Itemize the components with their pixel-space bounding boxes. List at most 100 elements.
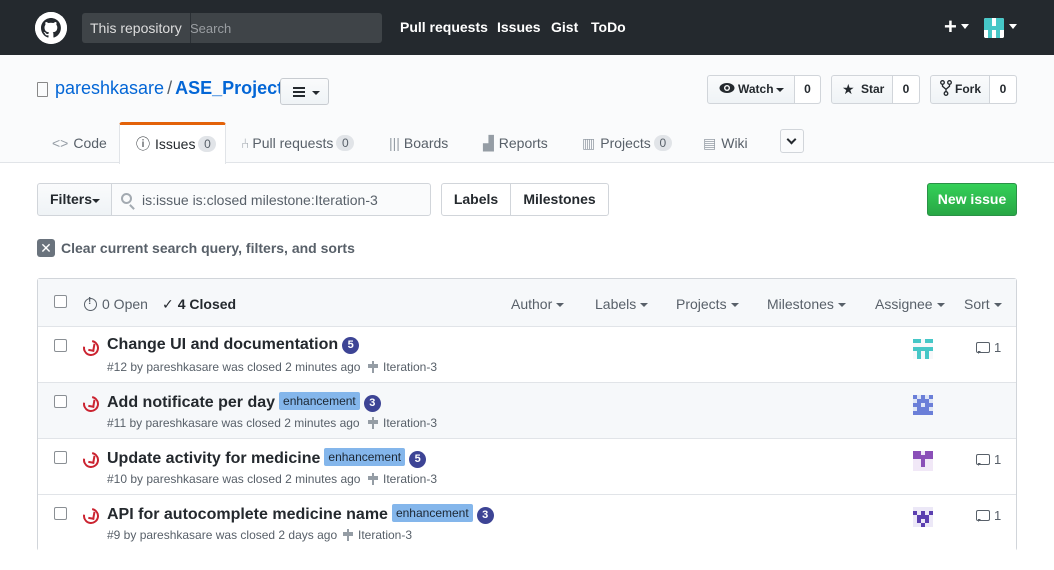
tab-boards[interactable]: ||| Boards <box>389 122 448 163</box>
labels-label: Labels <box>595 296 637 312</box>
chevron-down-icon <box>640 303 649 307</box>
star-count[interactable]: 0 <box>892 76 919 103</box>
enhancement-label[interactable]: enhancement <box>324 448 406 466</box>
tab-wiki[interactable]: ▤ Wiki <box>703 122 748 163</box>
watch-count[interactable]: 0 <box>794 76 820 103</box>
nav-pull-requests[interactable]: Pull requests <box>400 19 488 35</box>
user-avatar[interactable] <box>984 18 1004 38</box>
assignee-label: Assignee <box>875 296 933 312</box>
enhancement-label[interactable]: enhancement <box>279 392 360 410</box>
tab-reports[interactable]: ▟ Reports <box>483 122 548 163</box>
issue-row[interactable]: Add notificate per day enhancement 3 #11 b… <box>38 383 1016 439</box>
new-issue-button[interactable]: New issue <box>927 183 1017 216</box>
star-icon: ★ <box>842 81 855 97</box>
tab-pull-requests-label: Pull requests <box>252 135 334 151</box>
nav-issues[interactable]: Issues <box>497 19 541 35</box>
more-tabs-button[interactable] <box>780 129 804 153</box>
issue-milestone[interactable]: Iteration-3 <box>343 528 412 542</box>
search-input[interactable] <box>182 13 378 43</box>
tab-reports-label: Reports <box>498 135 548 151</box>
issue-closed-icon <box>79 448 103 472</box>
nav-todo[interactable]: ToDo <box>591 19 626 35</box>
open-issues-filter[interactable]: 0 Open <box>84 296 148 312</box>
create-new-icon[interactable]: + <box>944 14 957 40</box>
issue-closed-icon <box>79 392 103 416</box>
milestones-button[interactable]: Milestones <box>510 183 609 216</box>
boards-icon: ||| <box>389 135 400 151</box>
milestone-label: Iteration-3 <box>383 416 438 430</box>
assignee-avatar[interactable] <box>913 339 933 359</box>
comment-count: 1 <box>994 508 1002 523</box>
assignee-avatar[interactable] <box>913 451 933 471</box>
issue-row[interactable]: Update activity for medicine enhancement 5… <box>38 439 1016 495</box>
issue-milestone[interactable]: Iteration-3 <box>368 416 437 430</box>
issue-title-link[interactable]: Change UI and documentation <box>107 336 338 353</box>
tab-pull-requests[interactable]: ⑃ Pull requests 0 <box>241 122 355 163</box>
filter-query-input[interactable] <box>142 184 427 215</box>
issue-title-link[interactable]: API for autocomplete medicine name <box>107 506 388 523</box>
tab-issues[interactable]: ⓘ Issues 0 <box>119 122 226 164</box>
milestones-dropdown[interactable]: Milestones <box>767 296 846 312</box>
filters-label: Filters <box>50 191 93 207</box>
github-logo-icon[interactable] <box>35 12 67 44</box>
issue-number-badge: 5 <box>409 451 427 468</box>
issue-row[interactable]: API for autocomplete medicine name enhanc… <box>38 495 1016 551</box>
issue-title-link[interactable]: Update activity for medicine <box>107 450 320 467</box>
milestone-icon <box>368 473 378 485</box>
fork-count[interactable]: 0 <box>989 76 1016 103</box>
clear-filters-label: Clear current search query, filters, and… <box>61 240 355 256</box>
author-label: Author <box>511 296 553 312</box>
repo-owner-link[interactable]: pareshkasare <box>55 78 164 98</box>
issue-icon: ⓘ <box>136 136 150 152</box>
check-icon: ✓ <box>162 296 174 312</box>
filters-dropdown[interactable]: Filters <box>37 183 112 216</box>
closed-issues-filter[interactable]: ✓ 4 Closed <box>162 296 236 313</box>
closed-count-label: 4 Closed <box>177 296 237 312</box>
labels-dropdown[interactable]: Labels <box>595 296 649 312</box>
issue-comments[interactable]: 1 <box>976 452 1001 467</box>
issue-checkbox[interactable] <box>54 507 67 520</box>
issue-title-line: Add notificate per day enhancement 3 <box>107 392 381 412</box>
search-scope-label: This repository <box>82 13 191 43</box>
repo-name-link[interactable]: ASE_Project <box>175 78 283 98</box>
fork-button[interactable]: Fork 0 <box>930 75 1017 104</box>
issue-comments[interactable]: 1 <box>976 340 1001 355</box>
select-all-checkbox[interactable] <box>54 295 67 308</box>
issue-milestone[interactable]: Iteration-3 <box>368 472 437 486</box>
issue-row[interactable]: Change UI and documentation 5 #12 by pare… <box>38 327 1016 383</box>
nav-gist[interactable]: Gist <box>551 19 578 35</box>
author-dropdown[interactable]: Author <box>511 296 565 312</box>
issues-list-header: 0 Open ✓4 Closed Author Labels Projects … <box>38 279 1016 327</box>
watch-button[interactable]: Watch 0 <box>707 75 821 104</box>
issue-number-badge: 3 <box>476 507 494 524</box>
create-new-caret-icon[interactable] <box>961 24 969 29</box>
issue-title-link[interactable]: Add notificate per day <box>107 394 275 411</box>
assignee-avatar[interactable] <box>913 507 933 527</box>
star-button[interactable]: ★ Star 0 <box>831 75 920 104</box>
enhancement-label[interactable]: enhancement <box>391 504 473 522</box>
assignee-avatar[interactable] <box>913 395 933 415</box>
issue-comments[interactable]: 1 <box>976 508 1001 523</box>
projects-dropdown[interactable]: Projects <box>676 296 739 312</box>
list-icon <box>293 87 305 99</box>
user-menu-caret-icon[interactable] <box>1009 24 1017 29</box>
issues-list: 0 Open ✓4 Closed Author Labels Projects … <box>37 278 1017 551</box>
tab-projects[interactable]: ▥ Projects 0 <box>582 122 672 163</box>
milestone-icon <box>368 417 378 429</box>
pull-request-icon: ⑃ <box>241 135 250 151</box>
fork-label: Fork <box>955 82 982 96</box>
sort-dropdown[interactable]: Sort <box>964 296 1002 312</box>
issue-meta: #12 by pareshkasare was closed 2 minutes… <box>107 360 361 374</box>
issue-checkbox[interactable] <box>54 451 67 464</box>
labels-button[interactable]: Labels <box>441 183 511 216</box>
repo-menu-button[interactable] <box>280 78 329 105</box>
issue-checkbox[interactable] <box>54 339 67 352</box>
eye-icon <box>719 76 735 103</box>
sort-label: Sort <box>964 296 990 312</box>
assignee-dropdown[interactable]: Assignee <box>875 296 945 312</box>
milestone-icon <box>368 361 378 373</box>
filter-search <box>111 183 431 216</box>
issue-checkbox[interactable] <box>54 395 67 408</box>
issue-milestone[interactable]: Iteration-3 <box>368 360 437 374</box>
tab-code[interactable]: <> Code <box>52 122 107 163</box>
